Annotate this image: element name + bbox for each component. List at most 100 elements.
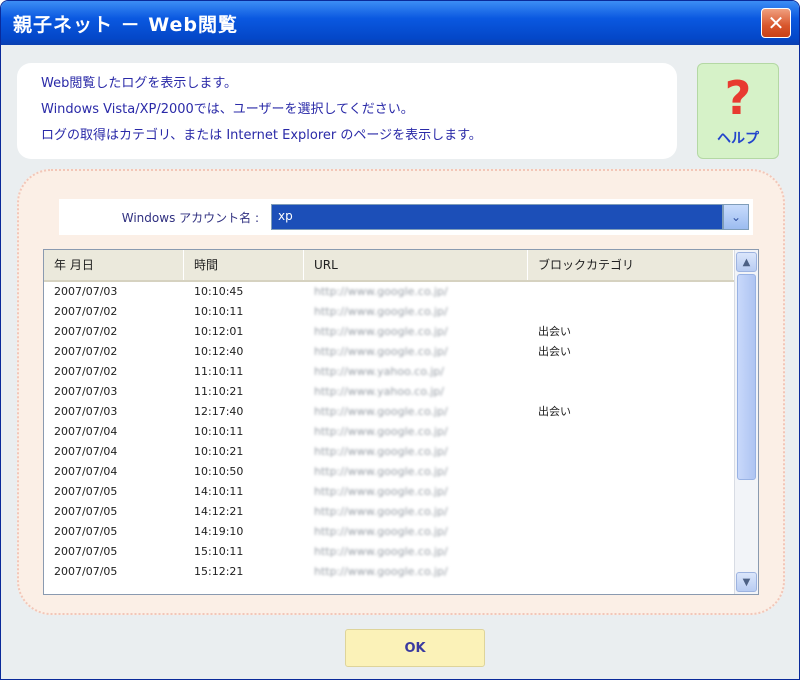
row-time: 11:10:21: [194, 385, 244, 398]
row-time: 10:12:01: [194, 325, 244, 338]
row-category: [528, 422, 734, 442]
table-row[interactable]: 2007/07/04 10:10:21 http://www.google.co.j…: [44, 442, 734, 462]
row-time: 14:10:11: [194, 485, 244, 498]
column-header-category[interactable]: ブロックカテゴリ: [528, 250, 734, 280]
row-time: 14:19:10: [194, 525, 244, 538]
row-date: 2007/07/04: [54, 425, 118, 438]
title-bar: 親子ネット － Web閲覧: [1, 1, 799, 45]
table-row[interactable]: 2007/07/03 11:10:21 http://www.yahoo.co.jp…: [44, 382, 734, 402]
row-date: 2007/07/02: [54, 345, 118, 358]
row-url: http://www.google.co.jp/: [314, 545, 448, 558]
table-row[interactable]: 2007/07/04 10:10:11 http://www.google.co.j…: [44, 422, 734, 442]
table-row[interactable]: 2007/07/02 10:12:40 http://www.google.co.j…: [44, 342, 734, 362]
row-time: 10:10:11: [194, 305, 244, 318]
row-category: [528, 442, 734, 462]
row-date: 2007/07/02: [54, 365, 118, 378]
account-select[interactable]: xp: [271, 204, 723, 230]
row-date: 2007/07/05: [54, 525, 118, 538]
question-mark-glyph: ?: [724, 71, 752, 125]
row-time: 12:17:40: [194, 405, 244, 418]
dialog-content: Web閲覧したログを表示します。 Windows Vista/XP/2000では…: [1, 45, 799, 679]
column-header-time[interactable]: 時間: [184, 250, 304, 280]
row-time: 10:12:40: [194, 345, 244, 358]
row-url: http://www.google.co.jp/: [314, 285, 448, 298]
row-url: http://www.google.co.jp/: [314, 325, 448, 338]
row-url: http://www.google.co.jp/: [314, 525, 448, 538]
chevron-down-icon[interactable]: ⌄: [723, 204, 749, 230]
row-category: [528, 302, 734, 322]
table-row[interactable]: 2007/07/03 10:10:45 http://www.google.co.j…: [44, 282, 734, 302]
row-date: 2007/07/03: [54, 405, 118, 418]
row-date: 2007/07/04: [54, 445, 118, 458]
row-time: 10:10:21: [194, 445, 244, 458]
row-category: [528, 482, 734, 502]
row-url: http://www.google.co.jp/: [314, 445, 448, 458]
row-date: 2007/07/02: [54, 305, 118, 318]
row-category: [528, 462, 734, 482]
row-time: 10:10:45: [194, 285, 244, 298]
row-date: 2007/07/05: [54, 545, 118, 558]
row-time: 15:12:21: [194, 565, 244, 578]
row-time: 10:10:50: [194, 465, 244, 478]
log-panel: Windows アカウント名 : xp ⌄ 年 月日 時間 URL ブロックカテ…: [17, 169, 785, 615]
table-row[interactable]: 2007/07/05 15:12:21 http://www.google.co.j…: [44, 562, 734, 582]
row-time: 11:10:11: [194, 365, 244, 378]
info-panel: Web閲覧したログを表示します。 Windows Vista/XP/2000では…: [17, 63, 677, 159]
question-mark-icon: ?: [714, 70, 762, 126]
row-date: 2007/07/03: [54, 285, 118, 298]
close-icon[interactable]: ✕: [761, 8, 791, 38]
row-category: 出会い: [538, 325, 571, 338]
scroll-down-icon[interactable]: ▼: [736, 572, 757, 592]
row-category: [528, 282, 734, 302]
row-url: http://www.yahoo.co.jp/: [314, 365, 444, 378]
row-date: 2007/07/05: [54, 565, 118, 578]
help-button[interactable]: ? ヘルプ: [697, 63, 779, 159]
table-header: 年 月日 時間 URL ブロックカテゴリ: [44, 250, 734, 282]
row-category: 出会い: [538, 345, 571, 358]
account-row: Windows アカウント名 : xp ⌄: [59, 199, 753, 235]
row-date: 2007/07/05: [54, 485, 118, 498]
row-date: 2007/07/03: [54, 385, 118, 398]
row-url: http://www.google.co.jp/: [314, 505, 448, 518]
column-header-date[interactable]: 年 月日: [44, 250, 184, 280]
app-window: 親子ネット － Web閲覧 ✕ Web閲覧したログを表示します。 Windows…: [0, 0, 800, 680]
row-category: [528, 542, 734, 562]
row-category: [528, 522, 734, 542]
table-row[interactable]: 2007/07/05 14:12:21 http://www.google.co.j…: [44, 502, 734, 522]
scroll-up-icon[interactable]: ▲: [736, 252, 757, 272]
row-category: 出会い: [538, 405, 571, 418]
account-selected-value: xp: [278, 209, 293, 223]
table-row[interactable]: 2007/07/02 11:10:11 http://www.yahoo.co.jp…: [44, 362, 734, 382]
account-label: Windows アカウント名 :: [121, 210, 259, 225]
row-category: [528, 362, 734, 382]
row-category: [528, 562, 734, 582]
row-url: http://www.google.co.jp/: [314, 305, 448, 318]
table-row[interactable]: 2007/07/03 12:17:40 http://www.google.co.j…: [44, 402, 734, 422]
row-date: 2007/07/05: [54, 505, 118, 518]
table-body: 2007/07/03 10:10:45 http://www.google.co.j…: [44, 282, 734, 582]
row-time: 14:12:21: [194, 505, 244, 518]
table-row[interactable]: 2007/07/02 10:12:01 http://www.google.co.j…: [44, 322, 734, 342]
table-row[interactable]: 2007/07/05 15:10:11 http://www.google.co.j…: [44, 542, 734, 562]
table-row[interactable]: 2007/07/04 10:10:50 http://www.google.co.j…: [44, 462, 734, 482]
row-category: [528, 502, 734, 522]
info-line: Windows Vista/XP/2000では、ユーザーを選択してください。: [41, 102, 414, 117]
row-url: http://www.google.co.jp/: [314, 425, 448, 438]
row-time: 15:10:11: [194, 545, 244, 558]
log-table: 年 月日 時間 URL ブロックカテゴリ 2007/07/03 10:10:45 h…: [43, 249, 759, 595]
info-line: ログの取得はカテゴリ、または Internet Explorer のページを表示…: [41, 128, 482, 143]
help-label: ヘルプ: [717, 131, 759, 147]
table-row[interactable]: 2007/07/05 14:10:11 http://www.google.co.j…: [44, 482, 734, 502]
table-row[interactable]: 2007/07/05 14:19:10 http://www.google.co.j…: [44, 522, 734, 542]
info-line: Web閲覧したログを表示します。: [41, 76, 238, 91]
ok-button[interactable]: OK: [345, 629, 485, 667]
row-date: 2007/07/02: [54, 325, 118, 338]
row-url: http://www.google.co.jp/: [314, 565, 448, 578]
vertical-scrollbar[interactable]: ▲ ▼: [734, 250, 758, 594]
row-date: 2007/07/04: [54, 465, 118, 478]
table-row[interactable]: 2007/07/02 10:10:11 http://www.google.co.j…: [44, 302, 734, 322]
row-url: http://www.google.co.jp/: [314, 345, 448, 358]
column-header-url[interactable]: URL: [304, 250, 528, 280]
row-url: http://www.google.co.jp/: [314, 485, 448, 498]
scroll-thumb[interactable]: [737, 274, 756, 480]
